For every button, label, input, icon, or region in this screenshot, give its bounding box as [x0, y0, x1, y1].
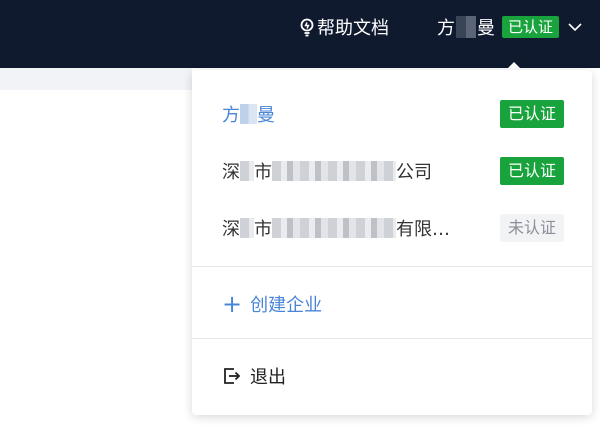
logout-icon: [224, 368, 241, 384]
verified-badge: 已认证: [499, 157, 564, 185]
redaction-mask: [272, 161, 396, 181]
help-docs-label: 帮助文档: [317, 18, 389, 39]
plus-icon: +: [222, 290, 243, 318]
top-navigation-bar: 帮助文档 方 曼 已认证: [0, 0, 600, 68]
dropdown-caret: [506, 62, 522, 70]
account-name: 深 市 公司: [222, 161, 432, 183]
logout-button[interactable]: 退出: [222, 361, 286, 391]
account-name: 方 曼: [222, 104, 275, 126]
menu-divider: [192, 338, 592, 339]
help-docs-link[interactable]: 帮助文档: [298, 14, 389, 40]
user-menu-trigger[interactable]: 方 曼 已认证: [437, 14, 583, 40]
menu-divider: [192, 266, 592, 267]
account-item-company-2[interactable]: 深 市 有限… 未认证: [222, 211, 564, 245]
subheader-strip: [0, 68, 192, 90]
redaction-mask: [240, 161, 254, 181]
redaction-mask: [240, 104, 257, 124]
user-name-redaction: [456, 16, 476, 38]
redaction-mask: [240, 218, 254, 238]
create-enterprise-button[interactable]: + 创建企业: [222, 289, 322, 319]
create-enterprise-label: 创建企业: [250, 295, 323, 316]
account-item-personal[interactable]: 方 曼 已认证: [222, 97, 564, 131]
lightbulb-icon: [300, 18, 314, 37]
chevron-down-icon: [568, 23, 582, 32]
redaction-mask: [272, 218, 396, 238]
user-verified-badge: 已认证: [502, 16, 560, 38]
account-switcher-dropdown: 方 曼 已认证 深 市 公司 已认证 深 市 有限… 未认证 + 创建企业 退出: [192, 70, 592, 415]
account-name: 深 市 有限…: [222, 218, 450, 240]
verified-badge: 已认证: [499, 100, 564, 128]
logout-label: 退出: [250, 367, 286, 388]
account-item-company-1[interactable]: 深 市 公司 已认证: [222, 154, 564, 188]
unverified-badge: 未认证: [499, 214, 564, 242]
user-name-first: 方: [437, 18, 455, 39]
user-name-last: 曼: [477, 18, 495, 39]
